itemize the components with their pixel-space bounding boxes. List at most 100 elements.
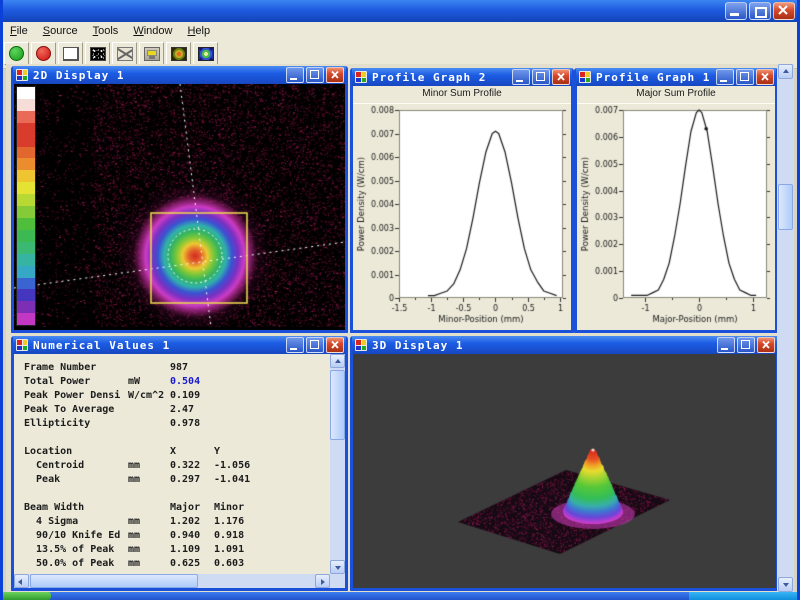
numerical-vscrollbar[interactable]: [330, 354, 345, 574]
close-button[interactable]: [552, 69, 570, 85]
numeric-row: Peak To Average2.47: [24, 404, 330, 418]
app-close-button[interactable]: [773, 2, 795, 20]
close-button[interactable]: [757, 337, 775, 353]
close-button[interactable]: [756, 69, 774, 85]
numeric-cell: Location: [24, 446, 128, 460]
minimize-button[interactable]: [716, 69, 734, 85]
hscroll-thumb[interactable]: [30, 574, 198, 588]
minimize-button[interactable]: [717, 337, 735, 353]
2d-display-body[interactable]: [14, 84, 345, 330]
numeric-cell: Major: [170, 502, 214, 516]
mdi-vscrollbar[interactable]: [777, 64, 794, 592]
colorbar-segment: [17, 301, 35, 313]
menu-help[interactable]: Help: [187, 25, 210, 37]
numeric-cell: Ellipticity: [24, 418, 128, 432]
numeric-cell: Y: [214, 446, 266, 460]
scroll-up-button[interactable]: [778, 64, 793, 79]
profile-graph-button[interactable]: [112, 42, 137, 65]
scroll-up-button[interactable]: [330, 354, 345, 368]
scroll-down-icon: [783, 583, 789, 587]
minimize-button[interactable]: [286, 67, 304, 83]
menu-file[interactable]: File: [10, 25, 28, 37]
maximize-button[interactable]: [737, 337, 755, 353]
start-button[interactable]: [3, 592, 51, 600]
beam-2d-button[interactable]: [166, 42, 191, 65]
colorbar-segment: [17, 87, 35, 99]
beam-3d-image[interactable]: [353, 354, 776, 586]
numeric-cell: mW: [128, 376, 170, 390]
numeric-cell: [170, 488, 214, 502]
taskbar[interactable]: [3, 592, 797, 600]
window-2d-display: 2D Display 1: [11, 66, 348, 333]
colorbar-segment: [17, 158, 35, 170]
numeric-row: Beam WidthMajorMinor: [24, 502, 330, 516]
colorbar-segment: [17, 218, 35, 230]
numeric-cell: Centroid: [24, 460, 128, 474]
crossed-profiles-icon: [117, 47, 133, 61]
vscroll-thumb[interactable]: [778, 184, 793, 230]
maximize-button[interactable]: [532, 69, 550, 85]
window-icon: [355, 339, 367, 351]
numeric-row: Total PowermW0.504: [24, 376, 330, 390]
numeric-cell: Beam Width: [24, 502, 128, 516]
scroll-right-icon: [321, 579, 325, 585]
stop-capture-button[interactable]: [31, 42, 56, 65]
window-title: Profile Graph 1: [596, 71, 714, 84]
vscroll-thumb[interactable]: [330, 370, 345, 440]
menu-tools[interactable]: Tools: [93, 25, 119, 37]
profile1-titlebar[interactable]: Profile Graph 1: [576, 68, 776, 86]
colorbar-segment: [17, 135, 35, 147]
save-display-button[interactable]: [139, 42, 164, 65]
scroll-down-button[interactable]: [778, 577, 793, 592]
scroll-down-icon: [335, 566, 341, 570]
close-button[interactable]: [326, 337, 344, 353]
numeric-cell: 1.202: [170, 516, 214, 530]
scrollbar-corner: [330, 574, 345, 588]
numerical-titlebar[interactable]: Numerical Values 1: [13, 336, 346, 354]
maximize-button[interactable]: [306, 337, 324, 353]
numeric-cell: [128, 404, 170, 418]
numeric-cell: 1.091: [214, 544, 266, 558]
2d-display-titlebar[interactable]: 2D Display 1: [13, 66, 346, 84]
3d-display-titlebar[interactable]: 3D Display 1: [352, 336, 777, 354]
numeric-cell: 0.109: [170, 390, 214, 404]
scroll-right-button[interactable]: [315, 574, 330, 588]
start-capture-button[interactable]: [4, 42, 29, 65]
window-layout-button[interactable]: [58, 42, 83, 65]
maximize-button[interactable]: [306, 67, 324, 83]
menu-source[interactable]: Source: [43, 25, 78, 37]
window-profile-graph-1: Profile Graph 1 Major Sum Profile: [574, 68, 778, 333]
profile2-body: Minor Sum Profile: [353, 86, 571, 330]
minimize-button[interactable]: [286, 337, 304, 353]
numerical-hscrollbar[interactable]: [14, 574, 330, 588]
colorbar-segment: [17, 278, 35, 290]
profile2-titlebar[interactable]: Profile Graph 2: [352, 68, 572, 86]
3d-display-body[interactable]: [353, 354, 776, 588]
numeric-row: [24, 432, 330, 446]
close-button[interactable]: [326, 67, 344, 83]
scroll-left-icon: [18, 579, 22, 585]
red-circle-icon: [36, 46, 51, 61]
window-icon: [16, 69, 28, 81]
app-restore-button[interactable]: [749, 2, 771, 20]
numeric-row: 90/10 Knife Edmm0.9400.918: [24, 530, 330, 544]
numeric-cell: 1.109: [170, 544, 214, 558]
scroll-down-button[interactable]: [330, 560, 345, 574]
colorbar-segment: [17, 194, 35, 206]
minimize-button[interactable]: [512, 69, 530, 85]
maximize-button[interactable]: [736, 69, 754, 85]
numeric-cell: [214, 390, 266, 404]
window-title: Profile Graph 2: [372, 71, 510, 84]
numeric-cell: [128, 502, 170, 516]
app-minimize-button[interactable]: [725, 2, 747, 20]
numeric-cell: 2.47: [170, 404, 214, 418]
menu-window[interactable]: Window: [133, 25, 172, 37]
app-titlebar[interactable]: [3, 0, 797, 22]
scroll-left-button[interactable]: [14, 574, 29, 588]
colorbar-segment: [17, 206, 35, 218]
beam-3d-button[interactable]: [193, 42, 218, 65]
beam-2d-image[interactable]: [14, 84, 345, 327]
numeric-cell: [214, 418, 266, 432]
numeric-row: LocationXY: [24, 446, 330, 460]
2d-display-button[interactable]: [85, 42, 110, 65]
